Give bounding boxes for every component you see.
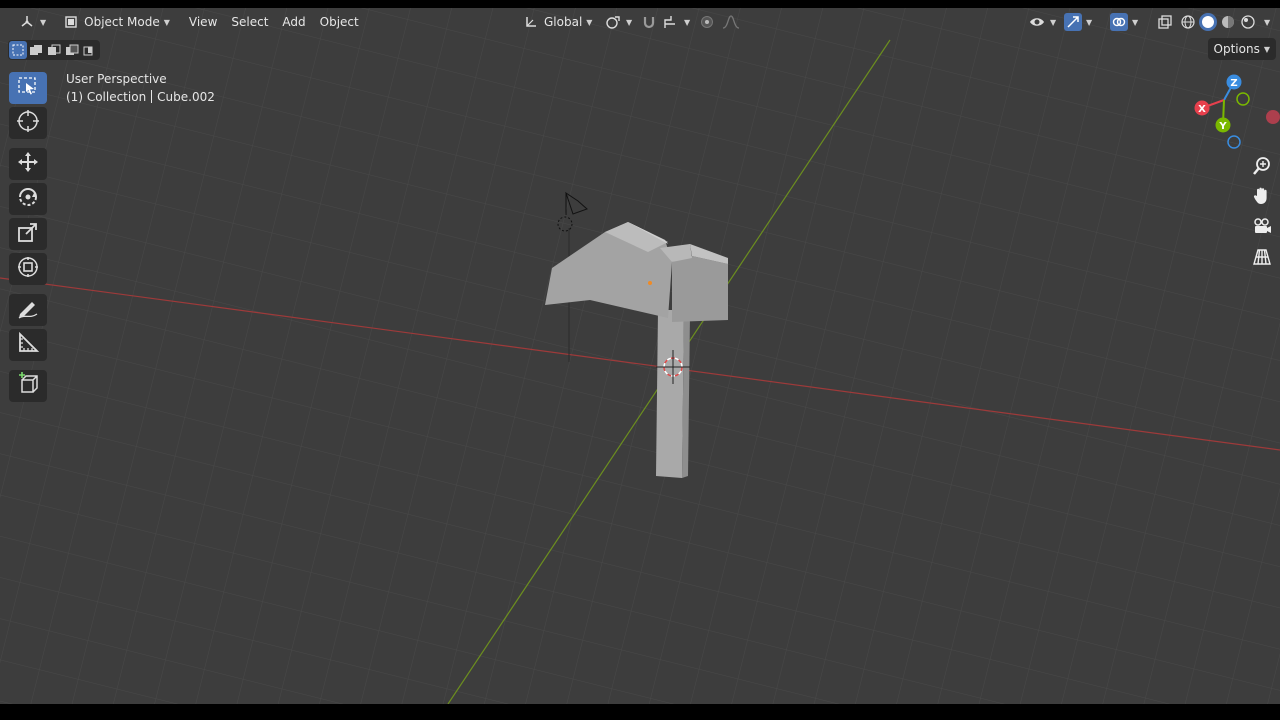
gizmo-neg-z[interactable] [1227,135,1241,149]
gizmo-toggle[interactable]: ▼ [1058,11,1098,33]
select-intersect-icon[interactable] [81,41,99,59]
transform-orientation-selector[interactable]: Global ▼ [516,11,598,33]
select-subtract-icon[interactable] [45,41,63,59]
options-label: Options [1213,42,1260,56]
tool-measure[interactable] [9,329,47,361]
pivot-icon [604,13,622,31]
eye-icon [1028,13,1046,31]
tool-rotate[interactable] [9,183,47,215]
rendered-shading-icon[interactable] [1239,13,1257,31]
mode-selector[interactable]: Object Mode ▼ [56,11,176,33]
chevron-down-icon: ▼ [684,17,691,27]
collection-info: (1) Collection Cube.002 [66,88,215,106]
options-button[interactable]: Options ▼ [1207,38,1276,60]
tool-move[interactable] [9,148,47,180]
orientation-icon [522,13,540,31]
object-origin [648,281,652,285]
menu-object[interactable]: Object [313,11,366,33]
separator [151,90,153,103]
chevron-down-icon: ▼ [586,17,593,27]
chevron-down-icon: ▼ [163,17,170,27]
3d-viewport[interactable] [0,8,1280,704]
hand-icon [1252,186,1272,210]
mode-label: Object Mode [84,15,160,29]
material-shading-icon[interactable] [1219,13,1237,31]
editor-type-button[interactable]: ▼ [12,11,52,33]
chevron-down-icon: ▼ [1263,44,1270,54]
viewport-header: ▼ Object Mode ▼ View Select Add Object G… [0,8,1280,36]
tool-cursor[interactable] [9,107,47,139]
falloff-selector[interactable] [716,11,746,33]
snap-target-selector[interactable]: ▼ [656,11,696,33]
tool-scale[interactable] [9,218,47,250]
letterbox-bottom [0,704,1280,720]
add-cube-icon [16,372,40,400]
viewport-info: User Perspective (1) Collection Cube.002 [66,70,215,106]
header-menus: View Select Add Object [182,11,366,33]
transform-icon [16,255,40,283]
menu-select[interactable]: Select [224,11,275,33]
gizmo-y-label: Y [1218,121,1227,132]
zoom-button[interactable] [1249,155,1275,181]
floor-grid [0,8,1280,704]
camera-view-button[interactable] [1249,216,1275,242]
grid-perspective-icon [1252,247,1272,271]
tool-transform[interactable] [9,253,47,285]
chevron-down-icon[interactable]: ▼ [1264,18,1270,27]
chevron-down-icon: ▼ [1050,17,1057,27]
falloff-curve-icon [722,13,740,31]
pivot-point-button[interactable]: ▼ [598,11,638,33]
active-object-label: Cube.002 [157,90,215,104]
gizmo-x-label: X [1198,104,1206,115]
xray-toggle[interactable] [1150,11,1180,33]
zoom-icon [1252,156,1272,180]
selection-mode-buttons [8,40,100,60]
gizmo-neg-y[interactable] [1236,92,1250,106]
scale-icon [16,220,40,248]
tool-shelf [9,72,47,405]
viewport-scene [0,8,1280,704]
solid-shading-icon[interactable] [1199,13,1217,31]
select-extend-icon[interactable] [27,41,45,59]
perspective-label: User Perspective [66,72,167,86]
xray-icon [1156,13,1174,31]
gizmo-z-label: Z [1230,78,1237,89]
annotate-pencil-icon [16,296,40,324]
collection-label: (1) Collection [66,90,147,104]
view3d-icon [18,13,36,31]
perspective-toggle-button[interactable] [1249,246,1275,272]
overlays-toggle[interactable]: ▼ [1104,11,1144,33]
letterbox-top [0,0,1280,8]
tool-annotate[interactable] [9,294,47,326]
pan-button[interactable] [1249,185,1275,211]
orientation-label: Global [544,15,583,29]
wireframe-shading-icon[interactable] [1179,13,1197,31]
chevron-down-icon: ▼ [1086,17,1093,27]
select-new-icon[interactable] [9,41,27,59]
gizmo-neg-x[interactable] [1266,110,1280,124]
navigation-gizmo[interactable]: Z X Y [1192,72,1280,152]
select-box-icon [17,75,39,101]
select-difference-icon[interactable] [63,41,81,59]
menu-add[interactable]: Add [275,11,312,33]
snap-grid-icon [662,13,680,31]
tool-select-box[interactable] [9,72,47,104]
shading-modes: ▼ [1178,11,1270,33]
object-mode-icon [62,13,80,31]
chevron-down-icon: ▼ [626,17,633,27]
tool-add-cube[interactable] [9,370,47,402]
chevron-down-icon: ▼ [1132,17,1139,27]
proportional-edit-icon [698,13,716,31]
move-icon [16,150,40,178]
cursor-icon [16,109,40,137]
overlays-icon [1110,13,1128,31]
visibility-selector[interactable]: ▼ [1022,11,1062,33]
rotate-icon [16,185,40,213]
measure-ruler-icon [16,331,40,359]
chevron-down-icon: ▼ [40,17,47,27]
camera-icon [1252,217,1272,241]
gizmo-icon [1064,13,1082,31]
menu-view[interactable]: View [182,11,224,33]
